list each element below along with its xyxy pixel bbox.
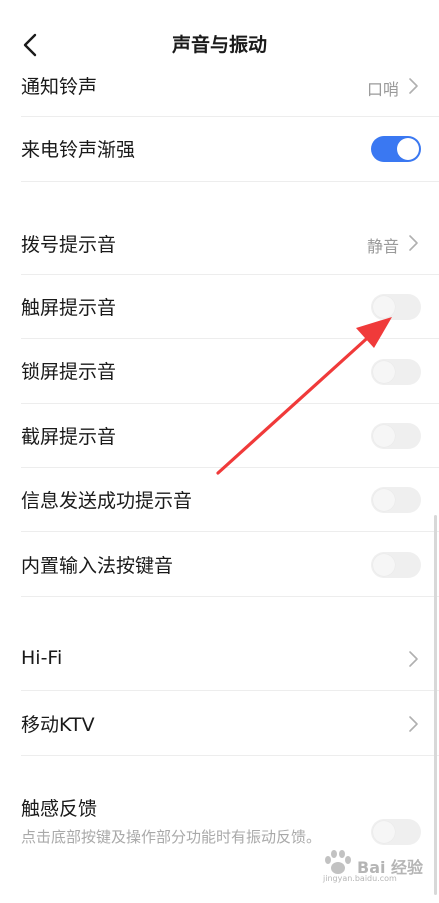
haptic-feedback-label: 触感反馈 (21, 798, 98, 820)
header: 声音与振动 (0, 14, 439, 72)
dial-tone-label: 拨号提示音 (21, 234, 117, 256)
notification-ringtone-row[interactable]: 通知铃声 口哨 (0, 66, 439, 114)
toggle-knob (373, 361, 395, 383)
hifi-label: Hi-Fi (21, 647, 63, 669)
incoming-ring-crescendo-toggle[interactable] (371, 136, 421, 162)
dial-tone-value: 静音 (366, 237, 399, 256)
divider (21, 596, 439, 597)
watermark-url: jingyan.baidu.com (323, 874, 397, 883)
incoming-ring-crescendo-row: 来电铃声渐强 (0, 118, 439, 180)
lock-sound-label: 锁屏提示音 (21, 361, 117, 383)
toggle-knob (373, 489, 395, 511)
screenshot-sound-row: 截屏提示音 (0, 404, 439, 467)
hifi-row[interactable]: Hi-Fi (0, 626, 439, 690)
screenshot-sound-label: 截屏提示音 (21, 426, 117, 448)
touch-sound-toggle[interactable] (371, 294, 421, 320)
touch-sound-row: 触屏提示音 (0, 275, 439, 337)
notification-ringtone-label: 通知铃声 (21, 76, 98, 98)
toggle-knob (373, 554, 395, 576)
keyboard-sound-label: 内置输入法按键音 (21, 555, 174, 577)
divider (21, 116, 439, 117)
lock-sound-toggle[interactable] (371, 359, 421, 385)
keyboard-sound-row: 内置输入法按键音 (0, 532, 439, 595)
status-bar (0, 0, 439, 14)
message-sent-sound-row: 信息发送成功提示音 (0, 468, 439, 531)
keyboard-sound-toggle[interactable] (371, 552, 421, 578)
divider (21, 755, 439, 756)
toggle-knob (373, 425, 395, 447)
haptic-feedback-toggle[interactable] (371, 819, 421, 845)
scrollbar[interactable] (434, 515, 437, 895)
screenshot-sound-toggle[interactable] (371, 423, 421, 449)
toggle-knob (397, 138, 419, 160)
mobile-ktv-label: 移动KTV (21, 714, 95, 736)
toggle-knob (373, 821, 395, 843)
dial-tone-row[interactable]: 拨号提示音 静音 (0, 210, 439, 272)
chevron-right-icon (409, 716, 418, 732)
haptic-feedback-description: 点击底部按键及操作部分功能时有振动反馈。 (21, 828, 322, 846)
mobile-ktv-row[interactable]: 移动KTV (0, 691, 439, 754)
lock-sound-row: 锁屏提示音 (0, 339, 439, 403)
baidu-jingyan-watermark: Bai 经验 jingyan.baidu.com (321, 846, 423, 886)
touch-sound-label: 触屏提示音 (21, 297, 117, 319)
divider (21, 181, 439, 182)
chevron-right-icon (409, 235, 418, 251)
incoming-ring-crescendo-label: 来电铃声渐强 (21, 139, 136, 161)
toggle-knob (373, 296, 395, 318)
chevron-right-icon (409, 78, 418, 94)
message-sent-sound-toggle[interactable] (371, 487, 421, 513)
message-sent-sound-label: 信息发送成功提示音 (21, 490, 193, 512)
page-title: 声音与振动 (171, 34, 267, 56)
notification-ringtone-value: 口哨 (366, 80, 399, 99)
chevron-right-icon (409, 651, 418, 667)
